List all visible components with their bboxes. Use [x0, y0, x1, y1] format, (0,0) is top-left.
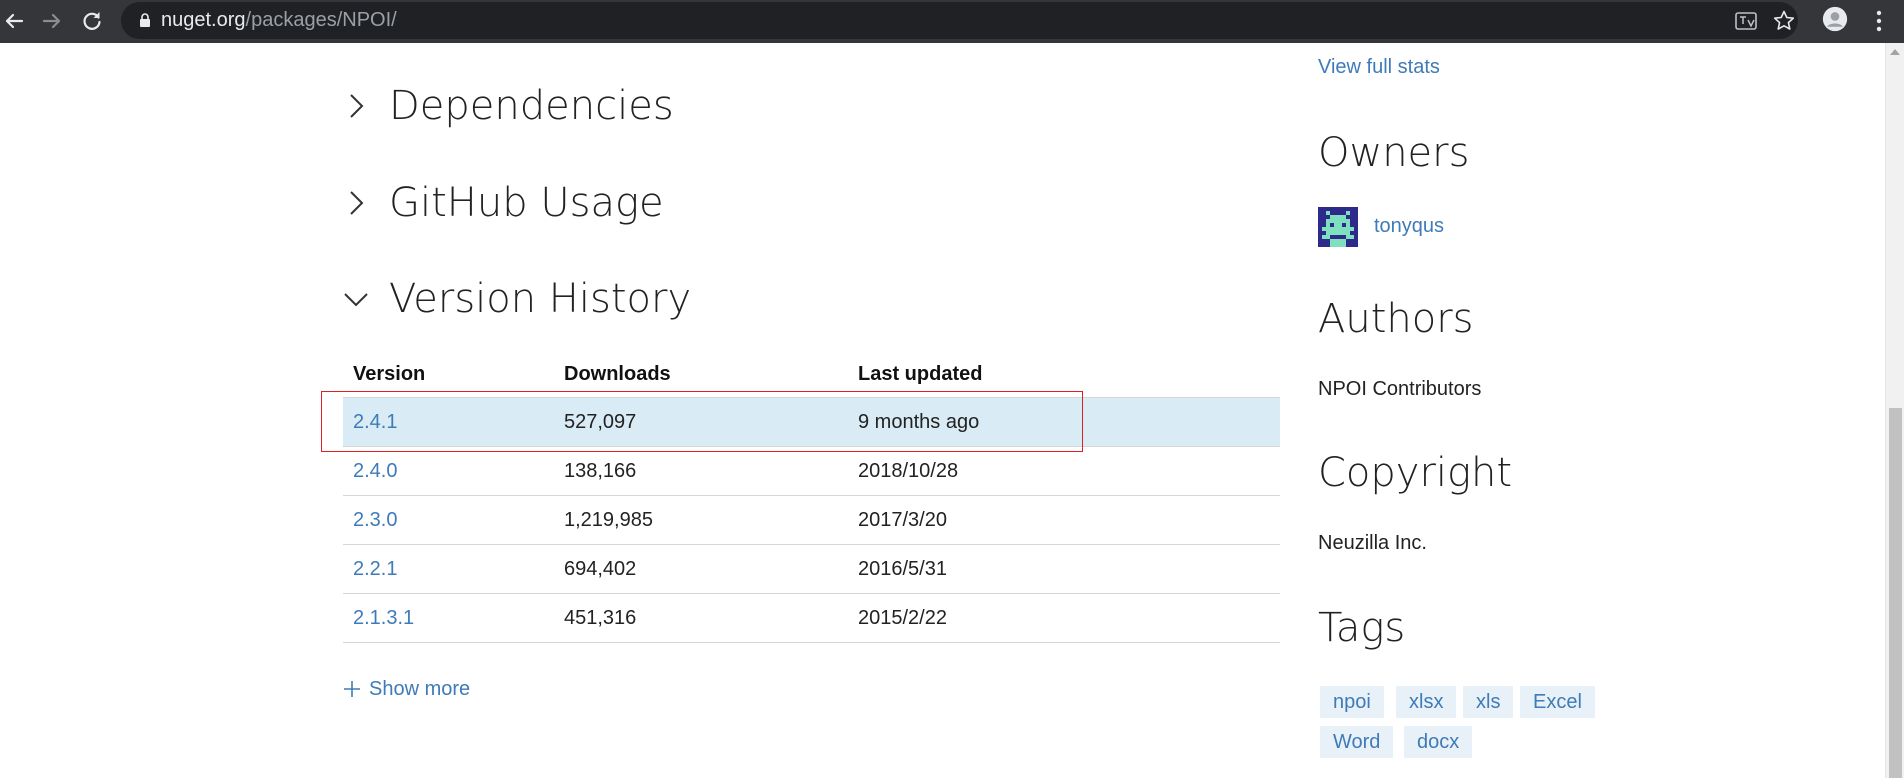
show-more-link[interactable]: Show more: [343, 675, 470, 703]
downloads-count: 451,316: [564, 607, 637, 629]
version-history-heading: Version History: [389, 276, 692, 322]
menu-dots-icon[interactable]: [1866, 8, 1882, 34]
github-usage-heading: GitHub Usage: [389, 180, 664, 226]
github-usage-section-toggle[interactable]: GitHub Usage: [343, 175, 664, 231]
highlight-annotation-box: [321, 391, 1083, 452]
version-link[interactable]: 2.2.1: [353, 558, 397, 581]
column-header-version: Version: [353, 363, 426, 385]
last-updated: 2017/3/20: [858, 509, 947, 531]
browser-toolbar: nuget.org/packages/NPOI/: [0, 0, 1904, 43]
chevron-down-icon: [343, 282, 369, 316]
table-row: 2.2.1 694,402 2016/5/31: [343, 545, 1280, 594]
url-host: nuget.org: [161, 9, 246, 31]
version-link[interactable]: 2.3.0: [353, 509, 397, 532]
downloads-count: 694,402: [564, 558, 637, 580]
star-icon[interactable]: [1771, 8, 1797, 34]
tags-heading: Tags: [1318, 605, 1406, 651]
reload-icon[interactable]: [78, 7, 106, 35]
show-more-label: Show more: [369, 677, 471, 700]
column-header-downloads: Downloads: [564, 363, 671, 385]
profile-avatar-icon[interactable]: [1822, 6, 1852, 36]
owner-link[interactable]: tonyqus: [1374, 215, 1444, 238]
authors-value: NPOI Contributors: [1318, 378, 1482, 400]
back-arrow-icon[interactable]: [0, 7, 28, 35]
table-row: 2.3.0 1,219,985 2017/3/20: [343, 496, 1280, 545]
chevron-right-icon: [343, 186, 369, 220]
owners-heading: Owners: [1318, 130, 1470, 176]
translate-icon[interactable]: [1733, 8, 1759, 34]
table-row: 2.4.0 138,166 2018/10/28: [343, 447, 1280, 496]
plus-icon: [343, 680, 361, 698]
version-link[interactable]: 2.4.0: [353, 460, 397, 483]
downloads-count: 1,219,985: [564, 509, 653, 531]
scroll-up-arrow-icon[interactable]: [1890, 49, 1900, 55]
downloads-count: 138,166: [564, 460, 637, 482]
last-updated: 2015/2/22: [858, 607, 947, 629]
tag-excel[interactable]: Excel: [1520, 686, 1595, 718]
dependencies-section-toggle[interactable]: Dependencies: [343, 78, 674, 134]
tag-xlsx[interactable]: xlsx: [1396, 686, 1457, 718]
copyright-heading: Copyright: [1318, 450, 1513, 496]
address-bar[interactable]: nuget.org/packages/NPOI/: [121, 2, 1798, 39]
authors-heading: Authors: [1318, 296, 1474, 342]
owner-avatar[interactable]: [1318, 207, 1358, 247]
forward-arrow-icon[interactable]: [38, 7, 66, 35]
table-row: 2.1.3.1 451,316 2015/2/22: [343, 594, 1280, 643]
tag-xls[interactable]: xls: [1463, 686, 1514, 718]
copyright-value: Neuzilla Inc.: [1318, 532, 1427, 554]
column-header-last-updated: Last updated: [858, 363, 983, 385]
last-updated: 2018/10/28: [858, 460, 959, 482]
page-scrollbar[interactable]: [1885, 43, 1904, 778]
view-full-stats-link[interactable]: View full stats: [1318, 56, 1440, 79]
tag-npoi[interactable]: npoi: [1320, 686, 1384, 718]
url-text: nuget.org/packages/NPOI/: [161, 2, 397, 39]
url-path: /packages/NPOI/: [245, 9, 397, 31]
last-updated: 2016/5/31: [858, 558, 947, 580]
tag-word[interactable]: Word: [1320, 726, 1394, 758]
chevron-right-icon: [343, 89, 369, 123]
scroll-thumb[interactable]: [1889, 408, 1902, 778]
lock-icon: [137, 12, 153, 28]
version-link[interactable]: 2.1.3.1: [353, 607, 414, 630]
dependencies-heading: Dependencies: [389, 83, 674, 129]
tag-docx[interactable]: docx: [1404, 726, 1473, 758]
version-history-section-toggle[interactable]: Version History: [343, 271, 691, 327]
